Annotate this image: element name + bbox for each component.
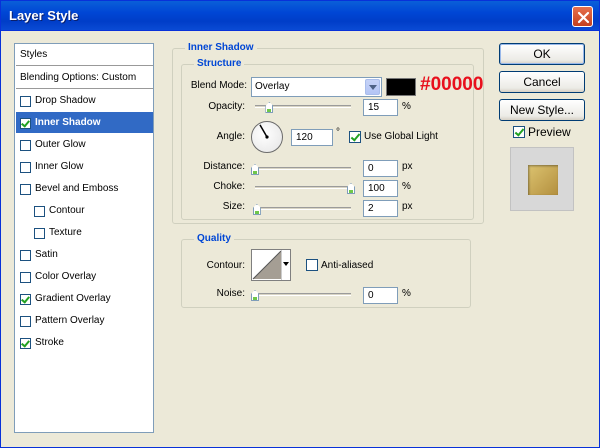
distance-unit: px [402, 161, 413, 172]
style-item-label: Satin [35, 249, 58, 260]
style-item-label: Stroke [35, 337, 64, 348]
distance-slider-track[interactable] [255, 167, 351, 170]
distance-input[interactable]: 0 [363, 160, 398, 177]
size-unit: px [402, 201, 413, 212]
style-item-label: Color Overlay [35, 271, 97, 282]
style-item-label: Drop Shadow [35, 95, 96, 106]
noise-label: Noise: [216, 288, 245, 299]
style-item-contour[interactable]: Contour [16, 200, 153, 222]
style-checkbox[interactable] [20, 140, 31, 151]
cancel-button[interactable]: Cancel [499, 71, 585, 93]
preview-checkbox[interactable] [513, 126, 525, 138]
style-item-satin[interactable]: Satin [16, 244, 153, 266]
styles-list: Styles Blending Options: Custom Drop Sha… [14, 43, 154, 433]
style-checkbox[interactable] [20, 96, 31, 107]
chevron-down-icon [365, 79, 380, 95]
preview-label: Preview [528, 125, 571, 139]
choke-input[interactable]: 100 [363, 180, 398, 197]
style-item-label: Bevel and Emboss [35, 183, 119, 194]
style-item-pattern-overlay[interactable]: Pattern Overlay [16, 310, 153, 332]
style-item-inner-glow[interactable]: Inner Glow [16, 156, 153, 178]
style-item-inner-shadow[interactable]: Inner Shadow [16, 112, 153, 134]
layer-style-dialog: Layer Style Styles Blending Options: Cus… [0, 0, 600, 448]
distance-label: Distance: [203, 161, 245, 172]
anti-aliased-label: Anti-aliased [321, 260, 374, 271]
use-global-light-checkbox[interactable] [349, 131, 361, 143]
noise-unit: % [402, 288, 411, 299]
style-item-color-overlay[interactable]: Color Overlay [16, 266, 153, 288]
preview-swatch [528, 165, 558, 195]
style-item-label: Inner Shadow [35, 117, 101, 128]
noise-slider-track[interactable] [255, 293, 351, 296]
opacity-label: Opacity: [208, 101, 245, 112]
style-checkbox[interactable] [34, 206, 45, 217]
noise-input[interactable]: 0 [363, 287, 398, 304]
style-item-label: Inner Glow [35, 161, 84, 172]
new-style-button[interactable]: New Style... [499, 99, 585, 121]
style-item-label: Gradient Overlay [35, 293, 111, 304]
style-checkbox[interactable] [34, 228, 45, 239]
style-item-gradient-overlay[interactable]: Gradient Overlay [16, 288, 153, 310]
title-bar: Layer Style [1, 1, 599, 31]
angle-label: Angle: [216, 131, 245, 142]
style-item-stroke[interactable]: Stroke [16, 332, 153, 354]
style-checkbox[interactable] [20, 338, 31, 349]
style-item-label: Texture [49, 227, 82, 238]
style-item-label: Contour [49, 205, 85, 216]
inner-shadow-title: Inner Shadow [185, 42, 257, 53]
style-checkbox[interactable] [20, 162, 31, 173]
size-slider-track[interactable] [255, 207, 351, 210]
contour-picker[interactable] [251, 249, 291, 281]
anti-aliased-checkbox[interactable] [306, 259, 318, 271]
style-item-drop-shadow[interactable]: Drop Shadow [16, 90, 153, 112]
blend-mode-label: Blend Mode: [190, 80, 247, 91]
choke-label: Choke: [213, 181, 245, 192]
ok-button[interactable]: OK [499, 43, 585, 65]
choke-unit: % [402, 181, 411, 192]
shadow-color-swatch[interactable] [386, 78, 416, 96]
color-annotation: #00000 [420, 74, 484, 95]
structure-title: Structure [194, 58, 245, 69]
opacity-input[interactable]: 15 [363, 99, 398, 116]
style-item-label: Outer Glow [35, 139, 86, 150]
style-checkbox[interactable] [20, 250, 31, 261]
use-global-light-label: Use Global Light [364, 131, 438, 142]
contour-label: Contour: [206, 260, 245, 271]
style-checkbox[interactable] [20, 118, 31, 129]
window-title: Layer Style [9, 8, 79, 23]
angle-input[interactable]: 120 [291, 129, 333, 146]
style-checkbox[interactable] [20, 316, 31, 327]
styles-header[interactable]: Styles [16, 44, 153, 66]
size-label: Size: [222, 201, 245, 212]
angle-dial-icon [259, 124, 269, 139]
contour-curve-icon [252, 250, 282, 280]
opacity-unit: % [402, 101, 411, 112]
style-checkbox[interactable] [20, 294, 31, 305]
style-checkbox[interactable] [20, 272, 31, 283]
size-input[interactable]: 2 [363, 200, 398, 217]
blending-options-item[interactable]: Blending Options: Custom [16, 67, 153, 89]
style-item-outer-glow[interactable]: Outer Glow [16, 134, 153, 156]
blend-mode-select[interactable]: Overlay [251, 77, 382, 97]
close-icon [577, 11, 590, 24]
style-item-bevel-and-emboss[interactable]: Bevel and Emboss [16, 178, 153, 200]
style-item-texture[interactable]: Texture [16, 222, 153, 244]
angle-dial[interactable] [251, 121, 283, 153]
style-checkbox[interactable] [20, 184, 31, 195]
close-button[interactable] [572, 6, 593, 27]
choke-slider-track[interactable] [255, 186, 351, 189]
quality-title: Quality [194, 233, 234, 244]
style-item-label: Pattern Overlay [35, 315, 105, 326]
preview-area [510, 147, 574, 211]
chevron-down-icon [281, 250, 290, 280]
angle-unit: ° [336, 127, 340, 138]
